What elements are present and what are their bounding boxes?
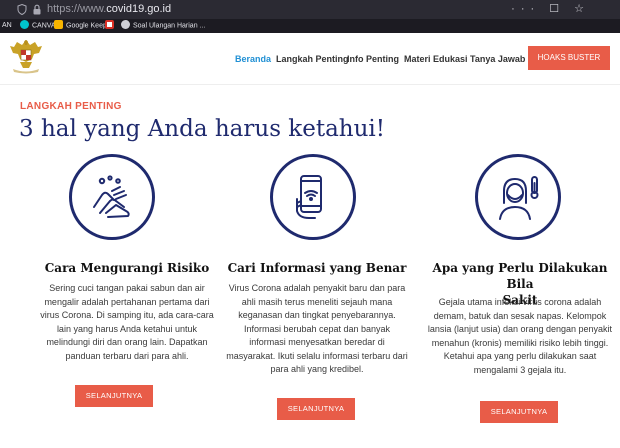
garuda-pancasila-logo[interactable]: [8, 37, 44, 75]
site-header: Beranda Langkah Penting Info Penting Mat…: [0, 33, 620, 85]
nav-tanya-jawab[interactable]: Tanya Jawab: [470, 54, 525, 68]
column-3-button[interactable]: SELANJUTNYA: [480, 401, 558, 423]
sick-person-icon-circle: [475, 154, 561, 240]
bookmark-gmail[interactable]: [105, 20, 117, 31]
column-1-button[interactable]: SELANJUTNYA: [75, 385, 153, 407]
nav-beranda[interactable]: Beranda: [235, 54, 271, 68]
section-eyebrow: LANGKAH PENTING: [20, 101, 122, 112]
nav-info-penting[interactable]: Info Penting: [347, 54, 399, 68]
column-2-text: Virus Corona adalah penyakit baru dan pa…: [226, 283, 408, 374]
bookmark-canva[interactable]: CANVA: [20, 20, 56, 31]
column-2-button[interactable]: SELANJUTNYA: [277, 398, 355, 420]
gmail-icon: [105, 20, 114, 29]
url-prefix: https://www.: [47, 3, 107, 15]
bookmark-an[interactable]: AN: [2, 21, 12, 31]
lock-icon[interactable]: [32, 4, 42, 15]
bookmarks-bar: AN CANVA Google Keep Soal Ulangan Harian…: [0, 19, 620, 33]
column-2-title: Cari Informasi yang Benar: [227, 261, 407, 275]
hand-washing-icon: [93, 175, 130, 218]
column-3-text: Gejala utama infeksi virus corona adalah…: [427, 297, 613, 375]
address-field[interactable]: https://www.covid19.go.id: [47, 2, 171, 16]
shield-icon[interactable]: [17, 4, 27, 15]
bookmark-soal-ulangan[interactable]: Soal Ulangan Harian ...: [121, 20, 205, 31]
column-1-title: Cara Mengurangi Risiko: [44, 261, 210, 275]
column-1-text: Sering cuci tangan pakai sabun dan air m…: [40, 283, 214, 361]
nav-materi-edukasi[interactable]: Materi Edukasi: [404, 54, 468, 68]
sick-person-thermometer-icon: [499, 176, 539, 220]
smartphone-icon-circle: [270, 154, 356, 240]
globe-icon: [121, 20, 130, 29]
smartphone-hand-icon: [296, 175, 322, 219]
canva-icon: [20, 20, 29, 29]
nav-langkah-penting[interactable]: Langkah Penting: [276, 54, 349, 68]
section-heading: 3 hal yang Anda harus ketahui!: [19, 116, 386, 142]
browser-url-bar: https://www.covid19.go.id ··· ☐ ☆: [0, 0, 620, 19]
browser-actions[interactable]: ··· ☐ ☆: [511, 2, 590, 15]
bookmark-google-keep[interactable]: Google Keep: [54, 20, 107, 31]
hoaks-buster-button[interactable]: HOAKS BUSTER: [528, 46, 610, 70]
hand-washing-icon-circle: [69, 154, 155, 240]
url-domain: covid19.go.id: [106, 3, 172, 15]
keep-icon: [54, 20, 63, 29]
